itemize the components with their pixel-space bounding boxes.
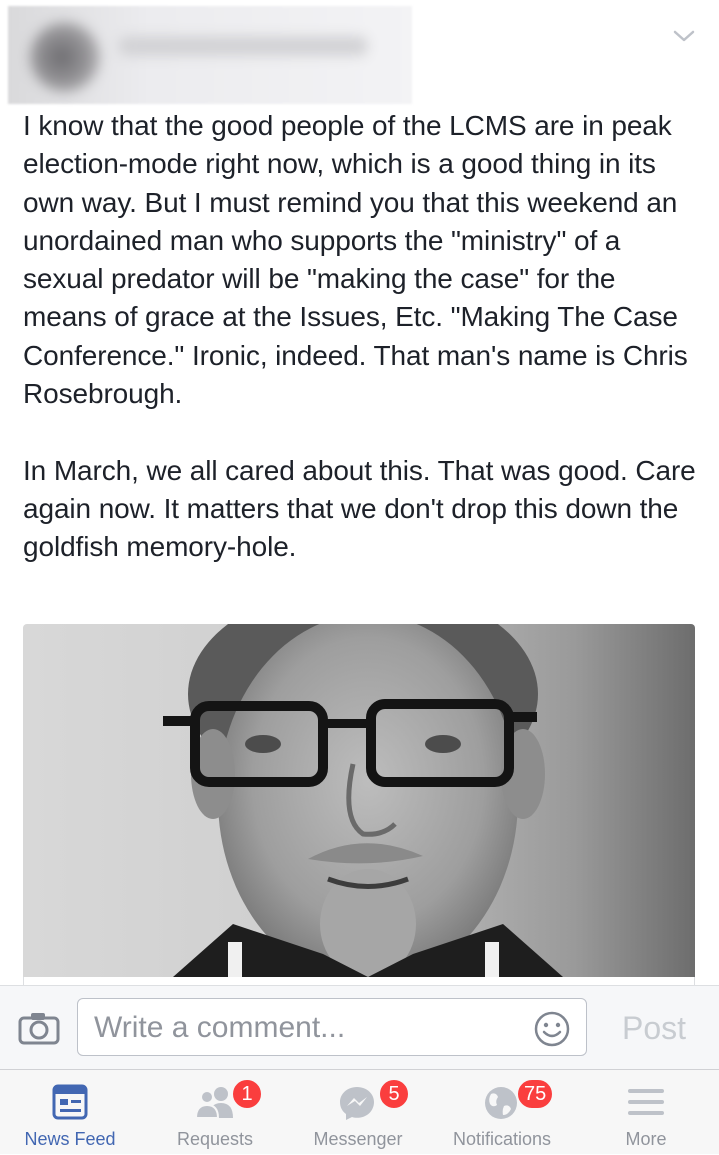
- requests-badge: 1: [231, 1078, 263, 1110]
- camera-icon[interactable]: [18, 1011, 60, 1045]
- globe-icon: [485, 1087, 517, 1119]
- comment-input[interactable]: [92, 1007, 516, 1049]
- portrait-image: [163, 624, 563, 977]
- comment-input-box[interactable]: [77, 998, 587, 1056]
- tab-messenger[interactable]: 5 Messenger: [288, 1070, 428, 1155]
- tab-label: Requests: [176, 1129, 254, 1149]
- tab-label: Notifications: [452, 1129, 552, 1149]
- menu-icon: [628, 1089, 664, 1115]
- tab-label: More: [625, 1129, 667, 1149]
- smiley-icon[interactable]: [533, 1010, 571, 1048]
- author-name-blurred: [118, 36, 368, 56]
- bottom-tab-bar: News Feed 1 Requests 5 Messenger 75 Noti…: [0, 1069, 719, 1154]
- avatar: [30, 22, 100, 92]
- tab-more[interactable]: More: [576, 1070, 716, 1155]
- post-paragraph: In March, we all cared about this. That …: [23, 454, 696, 563]
- comment-bar: Post: [0, 985, 719, 1069]
- news-feed-icon: [52, 1084, 88, 1120]
- messenger-badge: 5: [378, 1078, 410, 1110]
- author-header-blurred: [8, 6, 412, 104]
- tab-notifications[interactable]: 75 Notifications: [432, 1070, 572, 1155]
- post-button[interactable]: Post: [612, 1006, 696, 1050]
- post-text: I know that the good people of the LCMS …: [23, 107, 703, 567]
- tab-label: News Feed: [24, 1129, 116, 1149]
- tab-news-feed[interactable]: News Feed: [0, 1070, 140, 1155]
- notifications-badge: 75: [516, 1078, 555, 1110]
- messenger-icon: [340, 1087, 374, 1120]
- friends-icon: [194, 1087, 233, 1119]
- post-paragraph: I know that the good people of the LCMS …: [23, 110, 688, 410]
- tab-label: Messenger: [313, 1129, 403, 1149]
- link-preview-border: [23, 977, 695, 985]
- chevron-down-icon[interactable]: [672, 26, 696, 46]
- tab-requests[interactable]: 1 Requests: [145, 1070, 285, 1155]
- post-photo[interactable]: [23, 624, 695, 977]
